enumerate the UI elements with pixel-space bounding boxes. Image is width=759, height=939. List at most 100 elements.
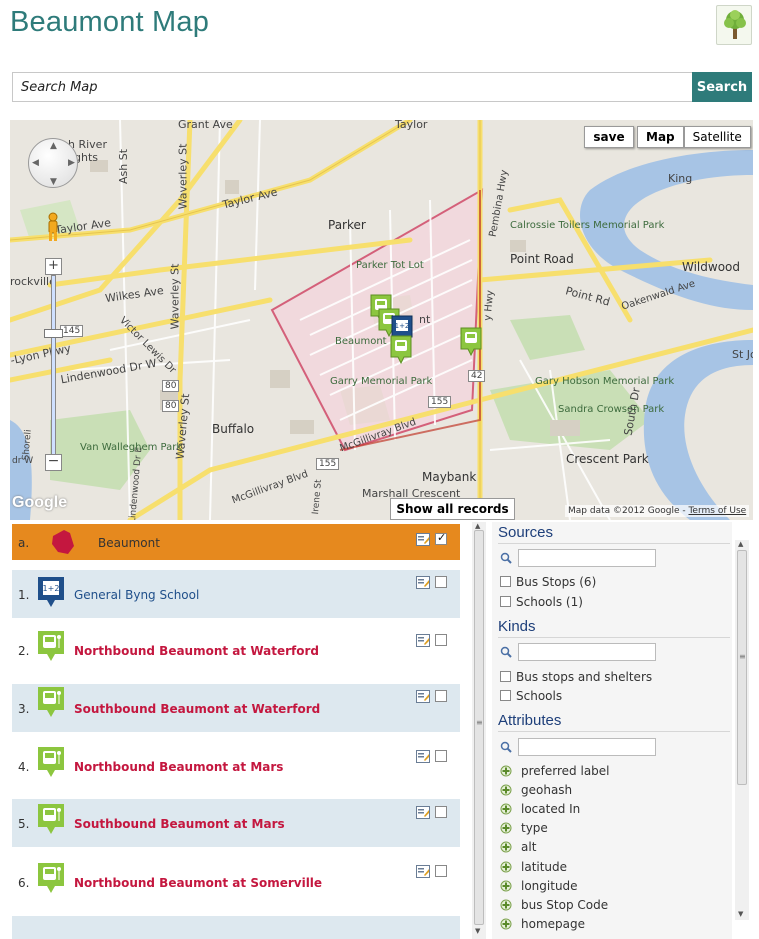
- zoom-out-button[interactable]: −: [45, 454, 62, 471]
- select-checkbox[interactable]: [435, 634, 447, 646]
- add-attribute-icon[interactable]: [500, 880, 512, 892]
- edit-record-icon[interactable]: [416, 688, 430, 703]
- attribute-item[interactable]: preferred label: [500, 764, 610, 778]
- map-pan-control[interactable]: ▲ ▼ ◀ ▶: [28, 138, 78, 188]
- search-button[interactable]: Search: [692, 72, 752, 102]
- attribute-item[interactable]: longitude: [500, 879, 578, 893]
- results-scrollbar[interactable]: ▲ ≡ ▼: [472, 522, 486, 939]
- map-view[interactable]: Grant Ave Taylor h River ghts Ash St Wav…: [10, 120, 753, 520]
- edit-record-icon[interactable]: [416, 632, 430, 647]
- search-icon: [500, 741, 512, 753]
- add-attribute-icon[interactable]: [500, 841, 512, 853]
- facet-checkbox[interactable]: [500, 596, 511, 607]
- map-type-satellite-button[interactable]: Satellite: [683, 126, 751, 148]
- bus-stop-marker[interactable]: [460, 327, 482, 357]
- select-checkbox[interactable]: [435, 531, 447, 545]
- kinds-filter-input[interactable]: [518, 643, 656, 661]
- map-type-map-button[interactable]: Map: [637, 126, 684, 148]
- select-checkbox[interactable]: [435, 865, 447, 877]
- map-type-control: Map Satellite: [637, 126, 751, 148]
- attribute-label: type: [521, 821, 548, 835]
- save-map-button[interactable]: save: [584, 126, 634, 148]
- attribute-item[interactable]: alt: [500, 840, 536, 854]
- zoom-slider-thumb[interactable]: [44, 329, 63, 338]
- attribute-item[interactable]: geohash: [500, 783, 572, 797]
- result-row-beaumont[interactable]: a. Beaumont: [12, 524, 460, 560]
- result-row-bus-stop[interactable]: 2. Northbound Beaumont at Waterford: [12, 628, 460, 676]
- attribute-item[interactable]: latitude: [500, 860, 567, 874]
- result-row-bus-stop[interactable]: 6. Northbound Beaumont at Somerville: [12, 858, 460, 906]
- facet-scrollbar-thumb[interactable]: [737, 550, 747, 785]
- show-all-records-button[interactable]: Show all records: [390, 498, 515, 520]
- attribute-item[interactable]: bus Stop Code: [500, 898, 608, 912]
- result-row-bus-stop[interactable]: 5. Southbound Beaumont at Mars: [12, 799, 460, 847]
- result-label[interactable]: Beaumont: [98, 536, 160, 550]
- google-logo[interactable]: Google: [12, 494, 67, 512]
- edit-record-icon[interactable]: [416, 574, 430, 589]
- pan-right-icon[interactable]: ▶: [68, 158, 75, 168]
- add-attribute-icon[interactable]: [500, 803, 512, 815]
- result-row-school[interactable]: 1. 1+2 General Byng School: [12, 570, 460, 618]
- add-attribute-icon[interactable]: [500, 765, 512, 777]
- tree-logo-icon[interactable]: [716, 5, 752, 45]
- result-label[interactable]: Northbound Beaumont at Mars: [74, 760, 283, 774]
- attribute-item[interactable]: type: [500, 821, 548, 835]
- pan-down-icon[interactable]: ▼: [50, 177, 57, 187]
- scroll-down-arrow-icon[interactable]: ▼: [475, 927, 480, 935]
- select-checkbox[interactable]: [435, 750, 447, 762]
- select-checkbox[interactable]: [435, 690, 447, 702]
- result-label[interactable]: General Byng School: [74, 588, 199, 602]
- edit-record-icon[interactable]: [416, 863, 430, 878]
- divider: [498, 637, 730, 638]
- result-label[interactable]: Northbound Beaumont at Somerville: [74, 876, 322, 890]
- facet-checkbox[interactable]: [500, 576, 511, 587]
- results-scrollbar-thumb[interactable]: [474, 530, 484, 925]
- map-label-dr-w: dr W: [12, 456, 34, 466]
- add-attribute-icon[interactable]: [500, 861, 512, 873]
- pan-left-icon[interactable]: ◀: [32, 158, 39, 168]
- facet-option-schools[interactable]: Schools (1): [500, 595, 583, 609]
- result-row-bus-stop[interactable]: 3. Southbound Beaumont at Waterford: [12, 684, 460, 732]
- map-label-beaumont-park: Beaumont Park: [335, 336, 412, 347]
- add-attribute-icon[interactable]: [500, 784, 512, 796]
- facet-option-bus-stops[interactable]: Bus Stops (6): [500, 575, 596, 589]
- result-label[interactable]: Southbound Beaumont at Mars: [74, 817, 285, 831]
- terms-of-use-link[interactable]: Terms of Use: [688, 506, 746, 516]
- attribute-item[interactable]: located In: [500, 802, 580, 816]
- result-label[interactable]: Southbound Beaumont at Waterford: [74, 702, 320, 716]
- attributes-filter-input[interactable]: [518, 738, 656, 756]
- facet-option-bus-stops-shelters[interactable]: Bus stops and shelters: [500, 670, 652, 684]
- select-checkbox[interactable]: [435, 806, 447, 818]
- map-label-grant-ave: Grant Ave: [178, 120, 233, 131]
- add-attribute-icon[interactable]: [500, 822, 512, 834]
- zoom-slider-track[interactable]: [51, 275, 56, 460]
- scroll-up-arrow-icon[interactable]: ▲: [475, 522, 480, 530]
- facet-checkbox[interactable]: [500, 671, 511, 682]
- facet-scrollbar[interactable]: ▲ ≡ ▼: [735, 540, 749, 920]
- pan-up-icon[interactable]: ▲: [50, 141, 57, 151]
- result-row-bus-stop[interactable]: 4. Northbound Beaumont at Mars: [12, 742, 460, 790]
- search-input[interactable]: [12, 72, 692, 102]
- add-attribute-icon[interactable]: [500, 899, 512, 911]
- zoom-in-button[interactable]: +: [45, 258, 62, 275]
- row-index: 2.: [18, 644, 30, 658]
- search-icon: [500, 646, 512, 658]
- attribute-item[interactable]: homepage: [500, 917, 585, 931]
- bus-stop-marker[interactable]: [390, 335, 412, 365]
- result-label[interactable]: Northbound Beaumont at Waterford: [74, 644, 319, 658]
- street-view-pegman-icon[interactable]: [46, 212, 60, 242]
- map-label-parker-tot-lot: Parker Tot Lot: [356, 260, 424, 271]
- sources-filter-input[interactable]: [518, 549, 656, 567]
- edit-record-icon[interactable]: [416, 531, 430, 546]
- select-checkbox[interactable]: [435, 576, 447, 588]
- map-shield-155a: 155: [428, 396, 452, 408]
- edit-record-icon[interactable]: [416, 748, 430, 763]
- facet-checkbox[interactable]: [500, 690, 511, 701]
- bus-stop-icon: [36, 746, 66, 778]
- scroll-up-arrow-icon[interactable]: ▲: [738, 540, 743, 548]
- facet-option-schools-kind[interactable]: Schools: [500, 689, 562, 703]
- result-row-partial[interactable]: [12, 916, 460, 939]
- add-attribute-icon[interactable]: [500, 918, 512, 930]
- scroll-down-arrow-icon[interactable]: ▼: [738, 910, 743, 918]
- edit-record-icon[interactable]: [416, 804, 430, 819]
